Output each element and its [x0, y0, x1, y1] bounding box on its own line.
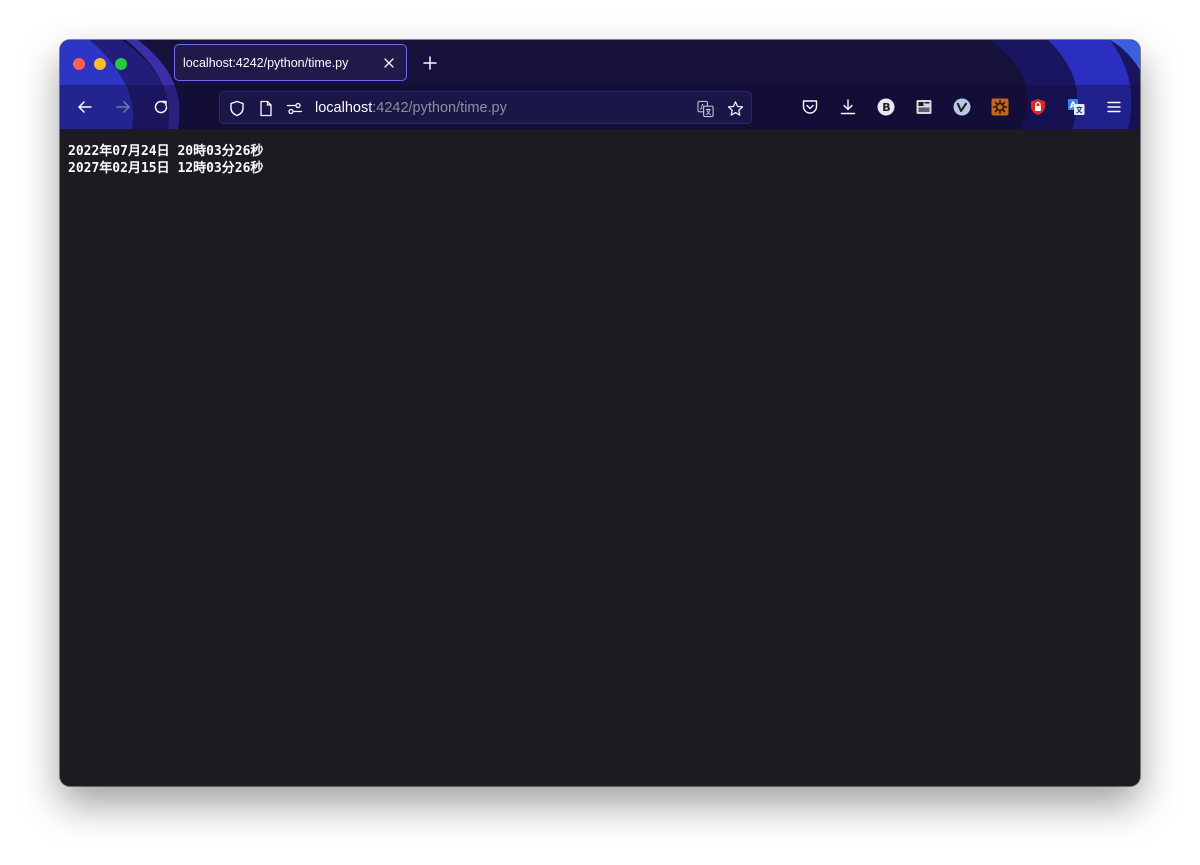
- close-icon[interactable]: [381, 55, 397, 71]
- plus-icon[interactable]: [421, 54, 439, 72]
- extension-translate-icon[interactable]: A: [1067, 98, 1085, 116]
- extension-lock-icon[interactable]: [1029, 98, 1047, 116]
- url-text[interactable]: localhost:4242/python/time.py: [315, 100, 507, 116]
- window-close-button[interactable]: [73, 58, 85, 70]
- tab-title: localhost:4242/python/time.py: [183, 55, 349, 70]
- browser-chrome: localhost:4242/python/time.py localhost:…: [60, 40, 1140, 129]
- page-line: 2027年02月15日 12時03分26秒: [68, 161, 264, 176]
- extension-b-icon[interactable]: B: [877, 98, 895, 116]
- url-path: :4242/python/time.py: [372, 100, 507, 116]
- browser-window: localhost:4242/python/time.py localhost:…: [60, 40, 1140, 786]
- url-host: localhost: [315, 100, 373, 116]
- page-text: 2022年07月24日 20時03分26秒 2027年02月15日 12時03分…: [68, 143, 263, 177]
- window-maximize-button[interactable]: [115, 58, 127, 70]
- arrow-right-icon[interactable]: [113, 97, 133, 117]
- url-bar[interactable]: localhost:4242/python/time.py A: [219, 91, 752, 124]
- translate-icon[interactable]: A: [697, 100, 714, 117]
- extension-screenshot-icon[interactable]: [915, 98, 933, 116]
- menu-icon[interactable]: [1105, 98, 1123, 116]
- page-icon[interactable]: [257, 100, 274, 117]
- page-content: 2022年07月24日 20時03分26秒 2027年02月15日 12時03分…: [60, 129, 1140, 786]
- tab-active[interactable]: localhost:4242/python/time.py: [174, 44, 407, 81]
- extension-b-letter: B: [882, 101, 890, 114]
- shield-icon[interactable]: [228, 100, 245, 117]
- reload-icon[interactable]: [151, 97, 171, 117]
- arrow-left-icon[interactable]: [75, 97, 95, 117]
- star-icon[interactable]: [727, 100, 744, 117]
- extension-gear-icon[interactable]: [991, 98, 1009, 116]
- permissions-icon[interactable]: [286, 100, 303, 117]
- download-icon[interactable]: [839, 98, 857, 116]
- pocket-icon[interactable]: [801, 98, 819, 116]
- window-minimize-button[interactable]: [94, 58, 106, 70]
- page-line: 2022年07月24日 20時03分26秒: [68, 144, 264, 159]
- extension-v-icon[interactable]: [953, 98, 971, 116]
